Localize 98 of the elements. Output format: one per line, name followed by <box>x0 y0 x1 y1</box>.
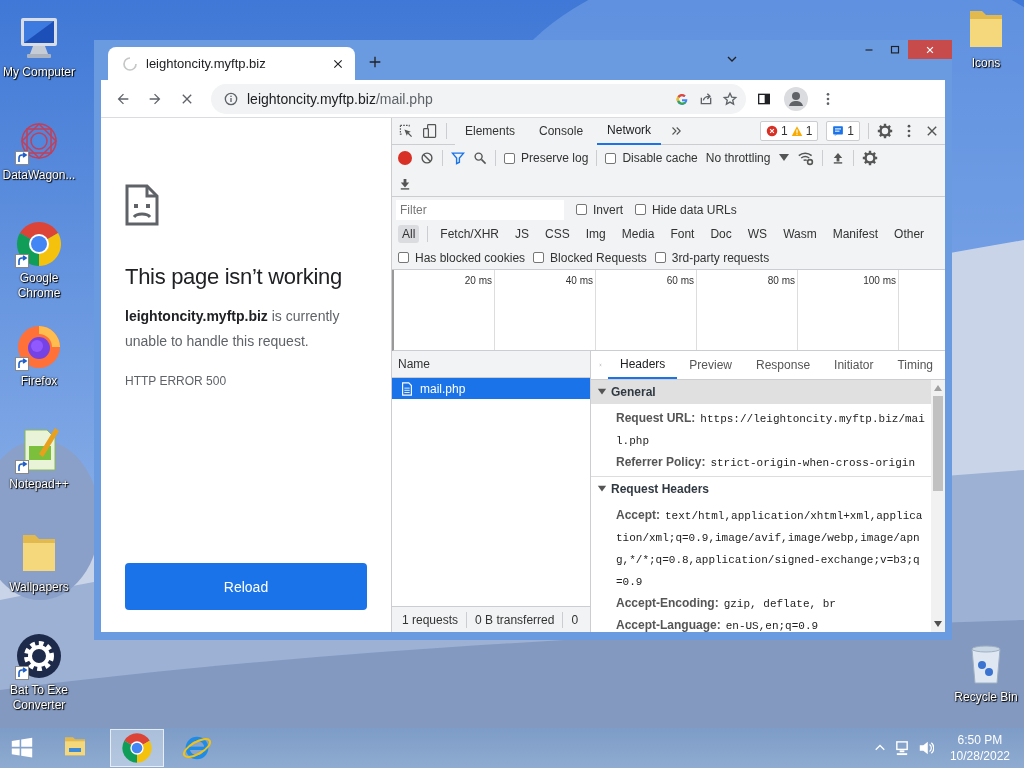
sad-page-icon <box>125 184 159 226</box>
checkbox[interactable] <box>533 252 545 263</box>
error-icon <box>765 125 778 137</box>
timeline-tick: 60 ms <box>596 270 697 350</box>
icon-label[interactable]: My Computer <box>0 65 78 80</box>
record-button[interactable] <box>398 151 412 165</box>
detail-tab[interactable]: Preview <box>677 351 745 379</box>
device-icon[interactable] <box>422 123 438 139</box>
tab-title: leightoncity.myftp.biz <box>146 56 267 71</box>
scrollbar-thumb[interactable] <box>933 396 943 491</box>
address-bar[interactable]: leightoncity.myftp.biz/mail.php <box>211 83 746 114</box>
chrome-icon[interactable] <box>15 220 63 268</box>
timeline-tick: 40 ms <box>495 270 596 350</box>
type-filter-tab[interactable]: Font <box>666 225 699 243</box>
devtools-tab[interactable]: Console <box>529 117 594 145</box>
checkbox[interactable] <box>654 252 666 263</box>
taskbar-app[interactable] <box>110 729 164 767</box>
type-filter-tab[interactable]: Fetch/XHR <box>436 225 504 243</box>
throttling-dropdown[interactable]: No throttling <box>705 151 771 165</box>
status-text: 0 B transferred <box>475 612 555 627</box>
filter-icon[interactable] <box>451 151 465 165</box>
status-text: 1 requests <box>402 612 459 627</box>
error-title: This page isn’t working <box>125 264 343 290</box>
profile-icon[interactable] <box>784 86 808 111</box>
reload-button[interactable]: Reload <box>125 563 367 610</box>
type-filter-tab[interactable]: All <box>398 225 420 243</box>
checkbox[interactable] <box>576 204 587 215</box>
type-filter-tab[interactable]: CSS <box>541 225 574 243</box>
column-header[interactable]: Name <box>392 351 590 378</box>
checkbox[interactable] <box>398 252 409 263</box>
type-filter-tab[interactable]: Img <box>581 225 610 243</box>
scroll-up-icon[interactable] <box>934 385 942 391</box>
scrollbar[interactable] <box>931 380 945 632</box>
checkbox-label[interactable]: Preserve log <box>521 151 589 165</box>
warning-icon <box>790 125 803 137</box>
type-filter-tab[interactable]: Manifest <box>828 225 883 243</box>
header-row-text: Accept-Language: en-US,en;q=0.9 <box>616 617 820 632</box>
firefox-icon[interactable] <box>15 323 63 371</box>
type-filter-tab[interactable]: JS <box>511 225 534 243</box>
checkbox[interactable] <box>605 152 617 164</box>
section-title: Request Headers <box>611 482 710 496</box>
checkbox-label[interactable]: Disable cache <box>622 151 698 165</box>
header-row-text: Accept-Encoding: gzip, deflate, br <box>616 595 837 612</box>
clear-icon[interactable] <box>420 151 434 165</box>
info-icon[interactable] <box>223 90 239 107</box>
status-text: 0 <box>571 612 579 627</box>
detail-tab[interactable]: Timing <box>885 351 945 379</box>
section-header[interactable]: General <box>591 380 931 404</box>
timeline-tick: 20 ms <box>394 270 495 350</box>
checkbox-label[interactable]: Has blocked cookies <box>415 250 526 265</box>
network-icon[interactable] <box>893 740 910 756</box>
settings-icon[interactable] <box>877 123 893 139</box>
messages-badge[interactable]: 1 <box>826 121 860 141</box>
message-icon <box>832 125 845 137</box>
warning-count: 1 <box>805 124 813 138</box>
type-filter-tab[interactable]: Other <box>890 225 929 243</box>
section-header[interactable]: Request Headers <box>591 477 931 501</box>
error-count: 1 <box>780 124 788 138</box>
detail-tab[interactable]: Response <box>744 351 823 379</box>
document-icon <box>400 381 414 396</box>
settings-icon[interactable] <box>862 150 879 166</box>
close-icon[interactable] <box>925 124 939 138</box>
checkbox[interactable] <box>504 152 515 164</box>
gear-icon[interactable] <box>15 632 63 680</box>
header-row-text: Referrer Policy: strict-origin-when-cross-origin <box>616 454 916 471</box>
scroll-down-icon[interactable] <box>934 621 942 627</box>
timeline-tick: 100 ms <box>798 270 899 350</box>
chrome-icon[interactable] <box>121 732 153 764</box>
section-title: General <box>611 385 656 399</box>
message-count: 1 <box>847 124 854 138</box>
share-icon[interactable] <box>698 90 714 107</box>
request-row[interactable]: mail.php <box>392 378 590 399</box>
volume-icon[interactable] <box>917 740 934 756</box>
error-message: leightoncity.myftp.biz is currently unable to handle this request. <box>125 307 341 351</box>
inspect-icon[interactable] <box>398 123 414 139</box>
checkbox-label[interactable]: Hide data URLs <box>652 202 737 217</box>
type-filter-tab[interactable]: Media <box>617 225 659 243</box>
browser-tab[interactable]: leightoncity.myftp.biz <box>108 47 355 80</box>
timeline-tick: 80 ms <box>697 270 798 350</box>
star-icon[interactable] <box>722 90 738 107</box>
search-icon[interactable] <box>473 151 487 165</box>
more-tabs-icon[interactable] <box>669 124 684 138</box>
checkbox[interactable] <box>635 204 646 215</box>
checkbox-label[interactable]: Invert <box>593 202 623 217</box>
error-code: HTTP ERROR 500 <box>125 374 228 388</box>
checkbox-label[interactable]: 3rd-party requests <box>671 250 770 265</box>
type-filter-tab[interactable]: Doc <box>706 225 736 243</box>
plus-icon[interactable] <box>367 54 383 70</box>
network-conditions-icon[interactable] <box>798 150 815 166</box>
issues-badge[interactable]: 1 1 <box>759 121 819 141</box>
type-filter-tab[interactable]: WS <box>743 225 772 243</box>
filter-field[interactable]: Filter <box>396 199 564 220</box>
type-filter-tab[interactable]: Wasm <box>779 225 821 243</box>
download-icon[interactable] <box>398 176 412 191</box>
windows-logo-icon[interactable] <box>10 737 34 759</box>
detail-tab[interactable]: Initiator <box>822 351 886 379</box>
devtools-tab[interactable]: Elements <box>455 117 526 145</box>
checkbox-label[interactable]: Blocked Requests <box>550 250 647 265</box>
